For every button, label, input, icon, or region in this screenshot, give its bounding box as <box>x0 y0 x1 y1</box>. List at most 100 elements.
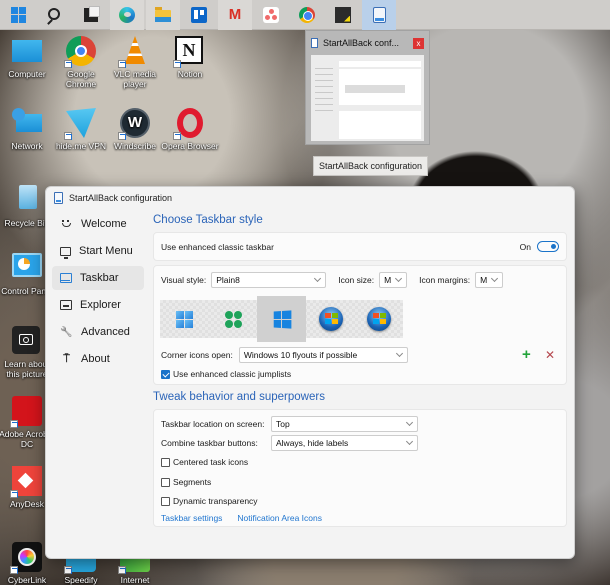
desktop-icon-computer[interactable]: Computer <box>0 36 56 79</box>
desktop-icon-label: CyberLink <box>7 575 47 585</box>
task-view-button[interactable] <box>74 0 108 30</box>
opera-icon <box>173 108 205 140</box>
desktop-icon-label: Computer <box>8 69 46 79</box>
icon-size-label: Icon size: <box>338 275 375 285</box>
gmail-button[interactable]: M <box>218 0 252 30</box>
gmail-icon: M <box>228 5 242 23</box>
notification-area-icons-link[interactable]: Notification Area Icons <box>237 513 322 523</box>
desktop-icon-label: Windscribe <box>113 141 157 151</box>
add-icon[interactable]: + <box>522 347 531 362</box>
enhanced-taskbar-toggle[interactable] <box>537 241 559 252</box>
desktop-icon-opera[interactable]: Opera Browser <box>161 108 219 151</box>
desktop-icon-label: Network <box>11 141 43 151</box>
computer-icon <box>12 40 42 62</box>
chrome-icon <box>64 36 96 68</box>
style-option-windows-7[interactable] <box>306 300 355 338</box>
desktop-icon-notion[interactable]: N Notion <box>161 36 219 79</box>
jumplists-checkbox[interactable] <box>161 369 170 379</box>
start-button-style-picker <box>160 296 403 342</box>
notion-icon: N <box>173 36 205 68</box>
corner-icons-label: Corner icons open: <box>161 350 233 360</box>
chrome-icon <box>299 6 315 23</box>
desktop-icon-hideme[interactable]: hide.me VPN <box>52 108 110 151</box>
enhanced-taskbar-label: Use enhanced classic taskbar <box>161 241 274 252</box>
style-option-windows-10[interactable] <box>257 296 306 342</box>
windows-7-orb-icon <box>318 307 343 331</box>
start-button[interactable] <box>2 0 36 30</box>
dynamic-transparency-checkbox[interactable] <box>161 496 170 506</box>
startallback-button[interactable] <box>362 0 396 30</box>
corner-icons-select[interactable]: Windows 10 flyouts if possible <box>238 347 408 363</box>
segments-checkbox-row[interactable]: Segments <box>161 477 211 487</box>
camera-icon <box>12 326 42 356</box>
acrobat-icon <box>10 396 42 428</box>
asana-button[interactable] <box>254 0 288 30</box>
sidebar-nav: Welcome Start Menu Taskbar Explorer 🔧 Ad… <box>52 212 144 374</box>
desktop-icon-label: Google Chrome <box>65 69 97 89</box>
taskbar-location-value: Top <box>276 419 290 429</box>
chevron-down-icon <box>491 274 499 283</box>
sidebar-item-label: About <box>81 353 110 365</box>
desktop-icon-vlc[interactable]: VLC media player <box>106 36 164 89</box>
icon-size-select[interactable]: M <box>379 272 408 288</box>
hideme-vpn-icon <box>64 108 96 140</box>
corner-icons-value: Windows 10 flyouts if possible <box>243 350 358 360</box>
style-option-clover[interactable] <box>209 300 258 338</box>
taskbar-settings-link[interactable]: Taskbar settings <box>161 513 222 523</box>
shortcut-arrow-icon <box>10 490 18 498</box>
sidebar-item-taskbar[interactable]: Taskbar <box>52 266 144 290</box>
style-option-windows-vista[interactable] <box>354 300 403 338</box>
task-view-icon <box>84 5 100 22</box>
windscribe-icon: W <box>118 108 150 140</box>
thumbnail-title: StartAllBack conf... <box>323 38 400 48</box>
style-option-windows-11[interactable] <box>160 300 209 338</box>
desktop-icon-label: Notion <box>177 69 203 79</box>
desktop-icon-network[interactable]: Network <box>0 108 56 151</box>
sticky-notes-button[interactable] <box>326 0 360 30</box>
combine-buttons-select[interactable]: Always, hide labels <box>271 435 418 451</box>
sidebar-item-explorer[interactable]: Explorer <box>52 293 144 317</box>
icon-size-value: M <box>384 275 392 285</box>
taskbar-location-select[interactable]: Top <box>271 416 418 432</box>
icon-margins-select[interactable]: M <box>475 272 504 288</box>
shortcut-arrow-icon <box>10 566 18 574</box>
startallback-icon <box>311 38 318 48</box>
thumbnail-close-button[interactable]: x <box>413 37 424 49</box>
remove-icon[interactable]: ✕ <box>545 348 555 362</box>
desktop-icon-windscribe[interactable]: W Windscribe <box>106 108 164 151</box>
thumbnail-window-preview <box>311 55 424 141</box>
window-titlebar[interactable]: StartAllBack configuration <box>46 187 574 209</box>
edge-button[interactable] <box>110 0 144 30</box>
jumplists-checkbox-row[interactable]: Use enhanced classic jumplists <box>161 369 291 379</box>
file-explorer-button[interactable] <box>146 0 180 30</box>
centered-icons-checkbox-row[interactable]: Centered task icons <box>161 457 248 467</box>
sidebar-item-advanced[interactable]: 🔧 Advanced <box>52 320 144 344</box>
dynamic-transparency-label: Dynamic transparency <box>173 496 258 506</box>
section-title-taskbar-style: Choose Taskbar style <box>153 214 263 226</box>
sticky-notes-icon <box>335 6 351 23</box>
desktop-icon-label: Internet <box>120 575 150 585</box>
content-pane: Choose Taskbar style Use enhanced classi… <box>153 212 567 531</box>
info-icon: ⍑ <box>63 352 70 365</box>
tweak-card: Taskbar location on screen: Top Combine … <box>153 409 567 527</box>
toggle-state-label: On <box>519 241 531 252</box>
visual-style-select[interactable]: Plain8 <box>211 272 327 288</box>
sidebar-item-about[interactable]: ⍑ About <box>52 347 144 371</box>
sidebar-item-label: Explorer <box>80 299 121 311</box>
shortcut-arrow-icon <box>173 132 181 140</box>
thumbnail-tooltip: StartAllBack configuration <box>313 156 429 176</box>
shortcut-arrow-icon <box>10 420 18 428</box>
segments-checkbox[interactable] <box>161 477 170 487</box>
dynamic-transparency-checkbox-row[interactable]: Dynamic transparency <box>161 496 258 506</box>
centered-icons-checkbox[interactable] <box>161 457 170 467</box>
chrome-button[interactable] <box>290 0 324 30</box>
sidebar-item-welcome[interactable]: Welcome <box>52 212 144 236</box>
desktop-icon-chrome[interactable]: Google Chrome <box>52 36 110 89</box>
windows-10-logo-icon <box>273 309 291 329</box>
search-button[interactable] <box>38 0 72 30</box>
sidebar-item-start-menu[interactable]: Start Menu <box>52 239 144 263</box>
taskbar-thumbnail-preview[interactable]: StartAllBack conf... x <box>305 30 430 145</box>
trello-button[interactable] <box>182 0 216 30</box>
shortcut-arrow-icon <box>64 566 72 574</box>
startallback-icon <box>54 192 63 204</box>
